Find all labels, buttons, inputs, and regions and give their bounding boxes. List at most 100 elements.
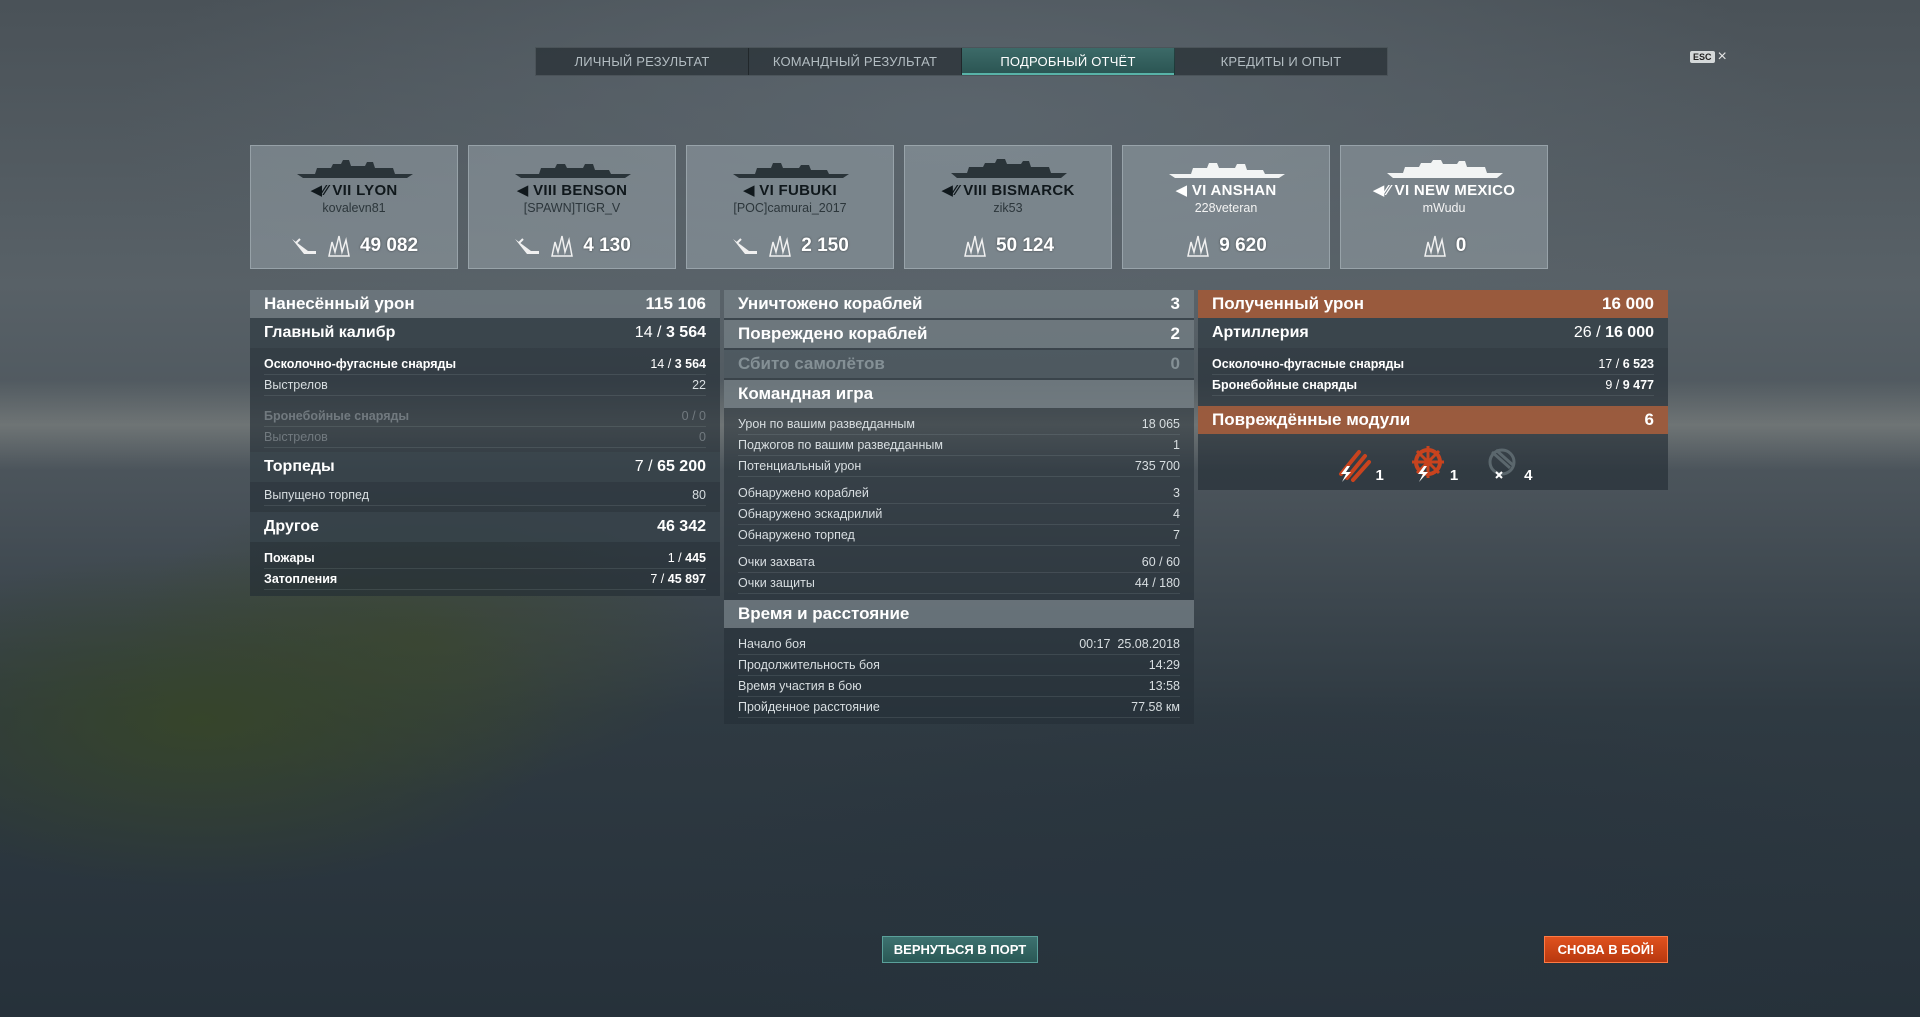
torpedo-tubes-damaged-icon	[1339, 450, 1372, 482]
torpedo-hit-icon	[515, 238, 540, 254]
cruiser-silhouette-icon	[297, 160, 413, 178]
ships-damaged-row: Повреждено кораблей 2	[724, 320, 1194, 348]
damaged-modules-header: Повреждённые модули 6	[1198, 406, 1668, 434]
elite-class-icon: ◀⁄⁄	[1372, 182, 1395, 199]
damage-dealt-title: Нанесённый урон	[264, 294, 415, 313]
ship-damage-value: 2 150	[801, 235, 849, 256]
main-battery-value: 14 / 3 564	[634, 324, 706, 341]
player-name: kovalevn81	[322, 201, 386, 215]
participation-time-row: Время участия в бою 13:58	[738, 676, 1180, 697]
tab-team-result[interactable]: КОМАНДНЫЙ РЕЗУЛЬТАТ	[749, 48, 962, 75]
ship-damage-value: 4 130	[583, 235, 631, 256]
ship-card[interactable]: ◀⁄⁄ VII LYON kovalevn81 49 082	[250, 145, 458, 269]
potential-damage-row: Потенциальный урон 735 700	[738, 456, 1180, 477]
battle-again-button[interactable]: СНОВА В БОЙ!	[1544, 936, 1668, 963]
torpedo-hit-icon	[733, 238, 758, 254]
module-item: 1	[1333, 444, 1384, 484]
ship-card[interactable]: ◀⁄⁄ VIII BISMARCK zik53 50 124	[904, 145, 1112, 269]
damage-splash-icon	[769, 235, 792, 257]
artillery-header: Артиллерия 26 / 16 000	[1198, 318, 1668, 348]
damage-splash-icon	[1423, 235, 1446, 257]
main-battery-header: Главный калибр 14 / 3 564	[250, 318, 720, 348]
ship-name: ◀ VI ANSHAN	[1175, 182, 1277, 199]
module-item: 1	[1408, 444, 1458, 484]
ship-damage-value: 9 620	[1219, 235, 1267, 256]
player-name: mWudu	[1422, 201, 1466, 215]
ship-cards: ◀⁄⁄ VII LYON kovalevn81 49 082 ◀ VIII BE…	[250, 145, 1548, 269]
tab-credits-xp[interactable]: КРЕДИТЫ И ОПЫТ	[1175, 48, 1387, 75]
battle-start-row: Начало боя 00:17 25.08.2018	[738, 634, 1180, 655]
spotting-damage-row: Урон по вашим разведданным 18 065	[738, 414, 1180, 435]
ship-card[interactable]: ◀ VI ANSHAN 228veteran 9 620	[1122, 145, 1330, 269]
damage-dealt-total: 115 106	[645, 294, 706, 313]
ships-destroyed-row: Уничтожено кораблей 3	[724, 290, 1194, 318]
ap-shells-row: Бронебойные снаряды 0 / 0	[264, 406, 706, 427]
damage-splash-icon	[551, 235, 574, 257]
defense-points-row: Очки защиты 44 / 180	[738, 573, 1180, 594]
torpedo-hit-icon	[291, 238, 316, 254]
time-distance-header: Время и расстояние	[724, 600, 1194, 628]
damage-dealt-panel: Нанесённый урон 115 106 Главный калибр 1…	[250, 290, 720, 596]
other-header: Другое 46 342	[250, 512, 720, 542]
damage-splash-icon	[1187, 235, 1210, 257]
battleship-silhouette-icon	[951, 159, 1067, 178]
damage-splash-icon	[964, 235, 986, 257]
return-to-port-button[interactable]: ВЕРНУТЬСЯ В ПОРТ	[882, 936, 1038, 963]
received-ap-row: Бронебойные снаряды 9 / 9 477	[1212, 375, 1654, 396]
he-shots-row: Выстрелов 22	[264, 375, 706, 396]
main-battery-label: Главный калибр	[264, 324, 396, 341]
player-name: zik53	[993, 201, 1023, 215]
ship-name: ◀⁄⁄ VII LYON	[310, 182, 398, 199]
destroyer-silhouette-icon	[733, 163, 849, 178]
tab-bar: ЛИЧНЫЙ РЕЗУЛЬТАТ КОМАНДНЫЙ РЕЗУЛЬТАТ ПОД…	[535, 47, 1388, 76]
damage-received-panel: Полученный урон 16 000 Артиллерия 26 / 16…	[1198, 290, 1668, 490]
team-play-header: Командная игра	[724, 380, 1194, 408]
ship-name: ◀ VIII BENSON	[516, 182, 628, 199]
squadrons-spotted-row: Обнаружено эскадрилий 4	[738, 504, 1180, 525]
fires-row: Пожары 1 / 445	[264, 548, 706, 569]
capture-points-row: Очки захвата 60 / 60	[738, 552, 1180, 573]
ships-spotted-row: Обнаружено кораблей 3	[738, 483, 1180, 504]
ap-shots-row: Выстрелов 0	[264, 427, 706, 448]
player-name: [SPAWN]TIGR_V	[523, 201, 621, 215]
battle-summary-panel: Уничтожено кораблей 3 Повреждено кораблей…	[724, 290, 1194, 724]
torpedoes-spotted-row: Обнаружено торпед 7	[738, 525, 1180, 546]
close-icon: ×	[1717, 48, 1727, 65]
he-shells-row: Осколочно-фугасные снаряды 14 / 3 564	[264, 354, 706, 375]
player-name: 228veteran	[1194, 201, 1258, 215]
module-item: 4	[1482, 444, 1533, 484]
aa-destroyed-icon	[1488, 448, 1516, 479]
damage-splash-icon	[328, 235, 350, 257]
destroyer-class-icon: ◀	[742, 182, 760, 199]
ship-damage-value: 0	[1455, 235, 1467, 256]
received-he-row: Осколочно-фугасные снаряды 17 / 6 523	[1212, 354, 1654, 375]
elite-class-icon: ◀⁄⁄	[941, 182, 964, 199]
elite-class-icon: ◀⁄⁄	[310, 182, 333, 199]
ship-name: ◀ VI FUBUKI	[742, 182, 837, 199]
tab-detailed-report[interactable]: ПОДРОБНЫЙ ОТЧЁТ	[962, 48, 1175, 75]
destroyer-class-icon: ◀	[1175, 182, 1192, 199]
planes-shot-row: Сбито самолётов 0	[724, 350, 1194, 378]
battleship-silhouette-icon	[1387, 160, 1503, 178]
damaged-modules-list: 1 1 4	[1198, 434, 1668, 490]
spotting-fires-row: Поджогов по вашим разведданным 1	[738, 435, 1180, 456]
close-button[interactable]: ESC ×	[1690, 48, 1727, 65]
ship-card[interactable]: ◀ VIII BENSON [SPAWN]TIGR_V 4 130	[468, 145, 676, 269]
torpedoes-header: Торпеды 7 / 65 200	[250, 452, 720, 482]
damage-received-header: Полученный урон 16 000	[1198, 290, 1668, 318]
distance-row: Пройденное расстояние 77.58 км	[738, 697, 1180, 718]
destroyer-silhouette-icon	[1169, 163, 1285, 178]
destroyer-class-icon: ◀	[516, 182, 534, 199]
esc-key-icon: ESC	[1690, 51, 1715, 63]
destroyer-silhouette-icon	[515, 164, 631, 178]
tab-personal-result[interactable]: ЛИЧНЫЙ РЕЗУЛЬТАТ	[536, 48, 749, 75]
ship-name: ◀⁄⁄ VI NEW MEXICO	[1372, 182, 1516, 199]
ship-card[interactable]: ◀⁄⁄ VI NEW MEXICO mWudu 0	[1340, 145, 1548, 269]
ship-damage-value: 49 082	[359, 235, 419, 256]
ship-damage-value: 50 124	[995, 235, 1055, 256]
player-name: [POC]camurai_2017	[733, 201, 847, 215]
floods-row: Затопления 7 / 45 897	[264, 569, 706, 590]
ship-card[interactable]: ◀ VI FUBUKI [POC]camurai_2017 2 150	[686, 145, 894, 269]
ship-name: ◀⁄⁄ VIII BISMARCK	[941, 182, 1075, 199]
battle-duration-row: Продолжительность боя 14:29	[738, 655, 1180, 676]
